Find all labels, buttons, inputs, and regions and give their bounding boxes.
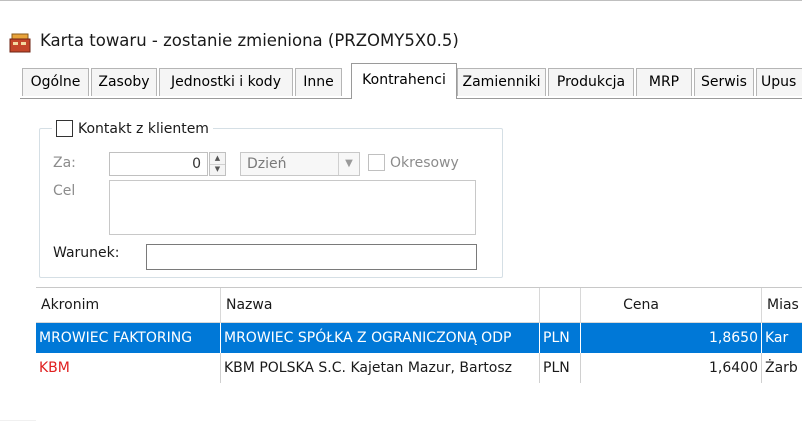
warunek-input[interactable] xyxy=(146,244,477,270)
cel-label: Cel xyxy=(53,183,76,199)
title-bar[interactable]: Karta towaru - zostanie zmieniona (PRZOM… xyxy=(0,0,802,63)
tab-strip: Ogólne Zasoby Jednostki i kody Inne Kont… xyxy=(0,62,802,100)
tab-produkcja[interactable]: Produkcja xyxy=(548,68,634,96)
tab-upusty[interactable]: Upus xyxy=(756,68,802,96)
table-row[interactable]: MROWIEC FAKTORING MROWIEC SPÓŁKA Z OGRAN… xyxy=(36,323,802,353)
tab-zamienniki[interactable]: Zamienniki xyxy=(457,68,546,96)
tab-zasoby[interactable]: Zasoby xyxy=(91,68,157,96)
tab-serwis[interactable]: Serwis xyxy=(694,68,754,96)
cel-textarea[interactable] xyxy=(109,180,476,235)
cell-waluta: PLN xyxy=(540,353,581,383)
product-card-window: Karta towaru - zostanie zmieniona (PRZOM… xyxy=(0,0,802,421)
za-spinner[interactable]: ▲ ▼ xyxy=(209,152,226,176)
cell-miasto: Żarb xyxy=(765,360,798,376)
tab-kontrahenci[interactable]: Kontrahenci xyxy=(351,63,457,99)
cell-nazwa: KBM POLSKA S.C. Kajetan Mazur, Bartosz xyxy=(221,353,540,383)
chevron-down-icon[interactable]: ▼ xyxy=(338,153,359,175)
tab-content-kontrahenci: Kontakt z klientem Za: 0 ▲ ▼ Dzień ▼ Okr… xyxy=(20,99,802,421)
cell-cena: 1,6400 xyxy=(581,353,762,383)
okresowy-checkbox[interactable] xyxy=(368,154,385,171)
contractors-grid[interactable]: Akronim Nazwa Cena Mias MROWIEC FAKTORIN… xyxy=(36,287,802,421)
period-select-value: Dzień xyxy=(247,156,287,172)
cell-akronim: MROWIEC FAKTORING xyxy=(36,323,221,353)
cell-miasto: Kar xyxy=(765,330,789,346)
tab-inne[interactable]: Inne xyxy=(295,68,342,96)
za-label: Za: xyxy=(53,155,76,171)
period-select[interactable]: Dzień ▼ xyxy=(240,152,360,176)
grid-header: Akronim Nazwa Cena Mias xyxy=(36,288,802,323)
tab-jednostki-i-kody[interactable]: Jednostki i kody xyxy=(159,68,293,96)
spin-down-icon[interactable]: ▼ xyxy=(210,164,225,175)
contact-checkbox-row[interactable]: Kontakt z klientem xyxy=(52,120,213,140)
table-row[interactable]: KBM KBM POLSKA S.C. Kajetan Mazur, Barto… xyxy=(36,353,802,383)
warunek-label: Warunek: xyxy=(53,245,120,261)
column-header-miasto[interactable]: Mias xyxy=(762,288,802,322)
cell-akronim: KBM xyxy=(36,353,221,383)
column-header-waluta[interactable] xyxy=(540,288,581,322)
window-title: Karta towaru - zostanie zmieniona (PRZOM… xyxy=(40,31,459,50)
product-card-icon xyxy=(9,33,31,53)
contact-checkbox-label: Kontakt z klientem xyxy=(78,120,209,137)
za-number-input[interactable]: 0 xyxy=(109,152,208,176)
column-header-cena[interactable]: Cena xyxy=(581,288,762,322)
cell-waluta: PLN xyxy=(540,323,581,353)
column-header-nazwa[interactable]: Nazwa xyxy=(221,288,540,322)
tab-ogolne[interactable]: Ogólne xyxy=(22,68,89,96)
okresowy-label: Okresowy xyxy=(390,154,459,171)
cell-nazwa: MROWIEC SPÓŁKA Z OGRANICZONĄ ODP xyxy=(221,323,540,353)
okresowy-checkbox-row[interactable]: Okresowy xyxy=(368,154,459,174)
contact-checkbox[interactable] xyxy=(56,120,73,137)
tab-mrp[interactable]: MRP xyxy=(636,68,692,96)
cell-cena: 1,8650 xyxy=(581,323,762,353)
column-header-akronim[interactable]: Akronim xyxy=(36,288,221,322)
